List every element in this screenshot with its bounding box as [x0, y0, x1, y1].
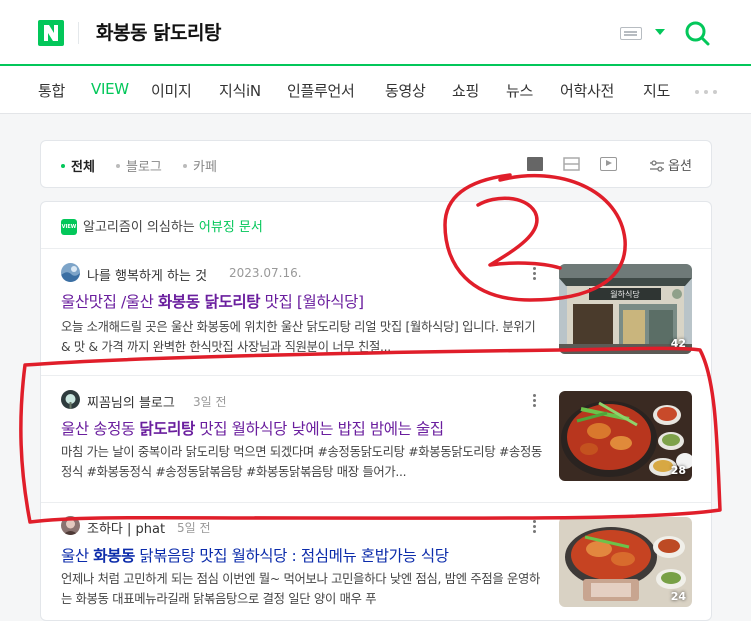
tab-dictionary[interactable]: 어학사전 — [560, 80, 614, 101]
divider — [41, 248, 711, 249]
dot-icon — [116, 163, 120, 168]
divider — [41, 502, 711, 503]
abuse-notice: VIEW 알고리즘이 의심하는 어뷰징 문서 — [61, 218, 263, 235]
chevron-down-icon[interactable] — [655, 29, 665, 35]
divider — [41, 375, 711, 376]
filter-cafe[interactable]: 카페 — [183, 156, 217, 175]
option-button[interactable]: 옵션 — [650, 155, 692, 174]
search-header: 화봉동 닭도리탕 — [0, 0, 751, 66]
svg-text:월하식당: 월하식당 — [610, 289, 640, 299]
tab-video[interactable]: 동영상 — [385, 80, 426, 101]
filter-blog[interactable]: 블로그 — [116, 156, 162, 175]
result-title[interactable]: 울산 화봉동 닭볶음탕 맛집 월하식당 : 점심메뉴 혼밥가능 식당 — [61, 544, 541, 566]
list-view-icon[interactable] — [563, 157, 580, 171]
tab-kin[interactable]: 지식iN — [219, 80, 261, 101]
tab-news[interactable]: 뉴스 — [506, 80, 533, 101]
post-date: 5일 전 — [177, 521, 211, 535]
naver-logo[interactable] — [38, 20, 64, 46]
more-tabs-icon[interactable] — [695, 90, 699, 94]
filter-all[interactable]: 전체 — [61, 156, 95, 175]
search-tabs: 통합 VIEW 이미지 지식iN 인플루언서 동영상 쇼핑 뉴스 어학사전 지도 — [0, 66, 751, 114]
author-name[interactable]: 나를 행복하게 하는 것 — [87, 265, 207, 284]
result-thumbnail[interactable]: 월하식당 42 — [559, 264, 692, 354]
result-title[interactable]: 울산 송정동 닭도리탕 맛집 월하식당 낮에는 밥집 밤에는 술집 — [61, 417, 541, 439]
post-date: 2023.07.16. — [229, 266, 302, 280]
avatar[interactable] — [61, 516, 80, 535]
keyboard-icon[interactable] — [620, 27, 642, 40]
tab-shopping[interactable]: 쇼핑 — [452, 80, 479, 101]
dot-icon — [61, 163, 65, 168]
image-count: 24 — [670, 590, 686, 603]
tab-influencer[interactable]: 인플루언서 — [287, 80, 355, 101]
avatar[interactable] — [61, 390, 80, 409]
author-name[interactable]: 찌꼼님의 블로그 — [87, 392, 175, 411]
search-query[interactable]: 화봉동 닭도리탕 — [96, 18, 221, 45]
tab-map[interactable]: 지도 — [643, 80, 670, 101]
result-snippet[interactable]: 언제나 처럼 고민하게 되는 점심 이번엔 뭘~ 먹어보나 고민을하다 낮엔 점… — [61, 569, 545, 609]
more-options-icon[interactable] — [533, 394, 536, 397]
sliders-icon — [650, 159, 664, 172]
avatar[interactable] — [61, 263, 80, 282]
dot-icon — [183, 163, 187, 168]
result-thumbnail[interactable]: 28 — [559, 391, 692, 481]
post-date: 3일 전 — [193, 395, 227, 409]
result-thumbnail[interactable]: 24 — [559, 517, 692, 607]
tab-images[interactable]: 이미지 — [151, 80, 192, 101]
more-options-icon[interactable] — [533, 520, 536, 523]
abuse-doc-link[interactable]: 어뷰징 문서 — [199, 220, 263, 235]
search-icon[interactable] — [684, 20, 710, 46]
grid-view-icon[interactable] — [527, 157, 543, 171]
results-panel: VIEW 알고리즘이 의심하는 어뷰징 문서 나를 행복하게 하는 것 2023.… — [40, 201, 712, 621]
logo-divider — [78, 22, 79, 44]
result-snippet[interactable]: 오늘 소개해드릴 곳은 울산 화봉동에 위치한 울산 닭도리탕 리얼 맛집 [월… — [61, 317, 545, 357]
view-badge: VIEW — [61, 218, 77, 235]
result-title[interactable]: 울산맛집 /울산 화봉동 닭도리탕 맛집 [월하식당] — [61, 290, 541, 312]
more-options-icon[interactable] — [533, 267, 536, 270]
author-name[interactable]: 조하다 | phat — [87, 518, 165, 537]
image-count: 42 — [670, 337, 686, 350]
tab-integrated[interactable]: 통합 — [38, 80, 65, 101]
video-view-icon[interactable] — [600, 157, 617, 171]
tab-view[interactable]: VIEW — [91, 80, 129, 98]
image-count: 28 — [670, 464, 686, 477]
result-snippet[interactable]: 마침 가는 날이 중복이라 닭도리탕 먹으면 되겠다며 #송정동닭도리탕 #화봉… — [61, 442, 545, 482]
